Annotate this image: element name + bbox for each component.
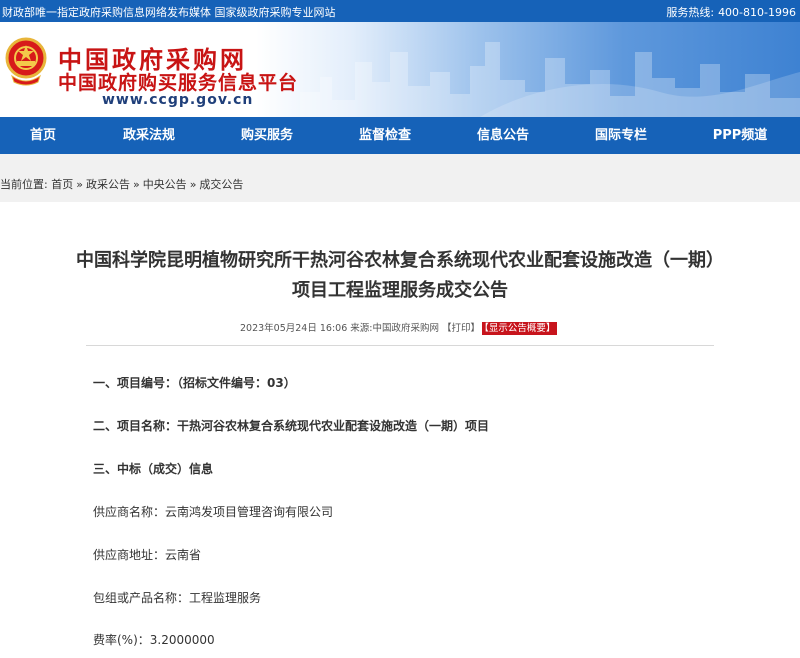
breadcrumb-item-deal[interactable]: 成交公告: [199, 178, 243, 191]
article-content: 中国科学院昆明植物研究所干热河谷农林复合系统现代农业配套设施改造（一期） 项目工…: [0, 202, 800, 658]
city-skyline-graphic: [300, 42, 800, 117]
title-divider: [86, 345, 714, 346]
supplier-name-line: 供应商名称：云南鸿发项目管理咨询有限公司: [93, 505, 334, 519]
nav-item-regulations[interactable]: 政采法规: [114, 117, 184, 154]
nav-item-home[interactable]: 首页: [18, 117, 68, 154]
national-emblem-icon: [5, 37, 47, 86]
show-summary-button[interactable]: 【显示公告概要】: [482, 322, 558, 335]
breadcrumb-separator: »: [189, 178, 197, 191]
fee-rate-line: 费率(%)：3.2000000: [93, 633, 215, 647]
site-url: www.ccgp.gov.cn: [102, 92, 254, 108]
project-name-line: 二、项目名称：干热河谷农林复合系统现代农业配套设施改造（一期）项目: [93, 419, 490, 433]
breadcrumb-item-central[interactable]: 中央公告: [143, 178, 187, 191]
breadcrumb-item-home[interactable]: 首页: [51, 178, 73, 191]
nav-item-announcements[interactable]: 信息公告: [468, 117, 538, 154]
breadcrumb-separator: »: [76, 178, 83, 191]
top-bar: 财政部唯一指定政府采购信息网络发布媒体 国家级政府采购专业网站 服务热线: 400…: [0, 0, 800, 22]
nav-item-ppp[interactable]: PPP频道: [704, 117, 776, 154]
breadcrumb-separator: »: [132, 178, 140, 191]
package-name-line: 包组或产品名称：工程监理服务: [93, 591, 262, 605]
breadcrumb-prefix: 当前位置:: [0, 178, 48, 191]
breadcrumb: 当前位置: 首页» 政采公告» 中央公告» 成交公告: [0, 176, 243, 192]
nav-item-supervision[interactable]: 监督检查: [350, 117, 420, 154]
site-subtitle: 中国政府购买服务信息平台: [58, 72, 299, 94]
site-slogan: 财政部唯一指定政府采购信息网络发布媒体 国家级政府采购专业网站: [2, 6, 336, 19]
project-number-line: 一、项目编号：（招标文件编号：03）: [93, 376, 296, 390]
source-name: 中国政府采购网: [372, 323, 440, 334]
article-title-line-1: 中国科学院昆明植物研究所干热河谷农林复合系统现代农业配套设施改造（一期）: [76, 250, 724, 271]
award-info-heading: 三、中标（成交）信息: [93, 462, 214, 476]
supplier-address-line: 供应商地址：云南省: [93, 548, 202, 562]
article-title-line-2: 项目工程监理服务成交公告: [292, 280, 508, 301]
header-banner: 中国政府采购网 中国政府购买服务信息平台 www.ccgp.gov.cn: [0, 22, 800, 117]
breadcrumb-area: 当前位置: 首页» 政采公告» 中央公告» 成交公告: [0, 154, 800, 202]
nav-item-international[interactable]: 国际专栏: [586, 117, 656, 154]
print-link[interactable]: 【打印】: [442, 323, 480, 334]
breadcrumb-item-announcements[interactable]: 政采公告: [86, 178, 130, 191]
nav-item-services[interactable]: 购买服务: [232, 117, 302, 154]
hotline-label: 服务热线:: [666, 6, 715, 19]
hotline-number: 400-810-1996: [718, 6, 796, 19]
service-hotline: 服务热线: 400-810-1996: [666, 4, 796, 20]
article-meta: 2023年05月24日 16:06 来源:中国政府采购网 【打印】 【显示公告概要…: [240, 320, 558, 335]
main-nav: 首页 政采法规 购买服务 监督检查 信息公告 国际专栏 PPP频道: [0, 117, 800, 154]
publish-datetime: 2023年05月24日 16:06: [240, 323, 348, 334]
source-label: 来源:: [350, 323, 373, 334]
